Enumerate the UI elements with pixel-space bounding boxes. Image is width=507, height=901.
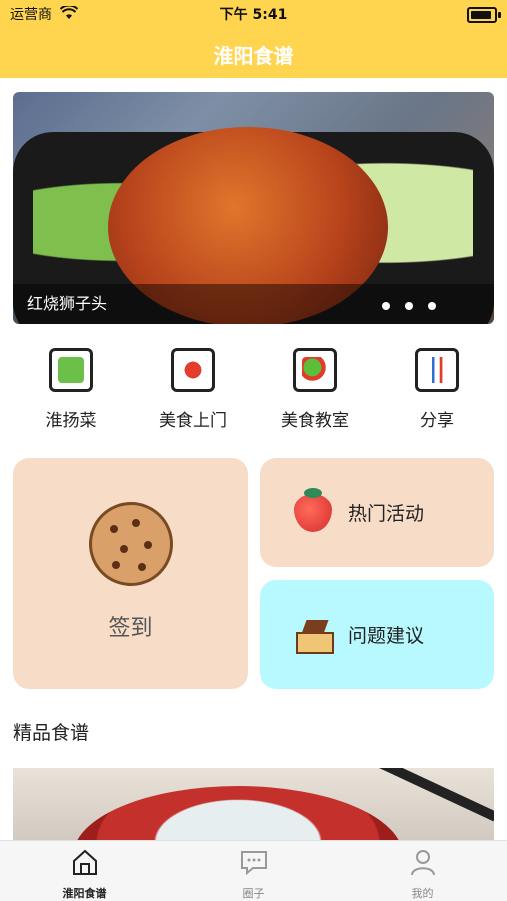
food-plate-icon	[171, 348, 215, 392]
status-bar: 运营商 下午 5:41	[0, 4, 507, 26]
sign-in-card[interactable]: 签到	[13, 458, 248, 689]
sign-in-label: 签到	[108, 616, 153, 641]
list-icon	[49, 348, 93, 392]
quick-item-label: 美食上门	[159, 411, 227, 431]
user-icon	[410, 850, 435, 876]
hot-events-card[interactable]: 热门活动	[260, 458, 494, 567]
cake-icon	[294, 618, 334, 654]
hot-events-label: 热门活动	[348, 503, 425, 525]
quick-item-classroom[interactable]: 美食教室	[260, 348, 370, 431]
chat-icon	[240, 851, 267, 876]
section-title: 精品食谱	[13, 722, 90, 744]
top-bar: 运营商 下午 5:41 淮阳食谱	[0, 0, 507, 78]
page-title: 淮阳食谱	[213, 44, 294, 68]
recipe-image-bowl	[73, 786, 403, 848]
home-icon	[72, 849, 97, 875]
quick-item-delivery[interactable]: 美食上门	[138, 348, 248, 431]
carousel-indicator[interactable]	[382, 302, 436, 310]
carousel-dot[interactable]	[405, 302, 413, 310]
tab-home[interactable]: 淮阳食谱	[0, 847, 169, 901]
feedback-card[interactable]: 问题建议	[260, 580, 494, 689]
clock: 下午 5:41	[219, 7, 288, 23]
battery-tip	[498, 12, 501, 18]
tab-profile[interactable]: 我的	[338, 847, 507, 901]
tab-label: 我的	[411, 887, 434, 900]
banner-carousel[interactable]: 红烧狮子头	[13, 92, 494, 324]
tab-label: 圈子	[242, 887, 265, 900]
quick-item-label: 淮扬菜	[45, 411, 97, 431]
feedback-label: 问题建议	[348, 625, 425, 647]
tab-circle[interactable]: 圈子	[169, 847, 338, 901]
quick-item-label: 分享	[420, 411, 454, 431]
carousel-dot[interactable]	[382, 302, 390, 310]
quick-menu: 淮扬菜 美食上门 美食教室 分享	[0, 348, 507, 438]
quick-item-share[interactable]: 分享	[382, 348, 492, 431]
banner-caption: 红烧狮子头	[27, 294, 108, 313]
utensils-icon	[415, 348, 459, 392]
cookie-icon	[89, 502, 173, 586]
battery-icon	[467, 7, 497, 23]
quick-item-huaiyang[interactable]: 淮扬菜	[16, 348, 126, 431]
strawberry-icon	[294, 487, 332, 532]
tab-bar: 淮阳食谱 圈子 我的	[0, 840, 507, 901]
quick-item-label: 美食教室	[281, 411, 349, 431]
tab-label: 淮阳食谱	[62, 887, 107, 900]
recipe-image[interactable]	[13, 768, 494, 848]
carousel-dot[interactable]	[428, 302, 436, 310]
salad-icon	[293, 348, 337, 392]
